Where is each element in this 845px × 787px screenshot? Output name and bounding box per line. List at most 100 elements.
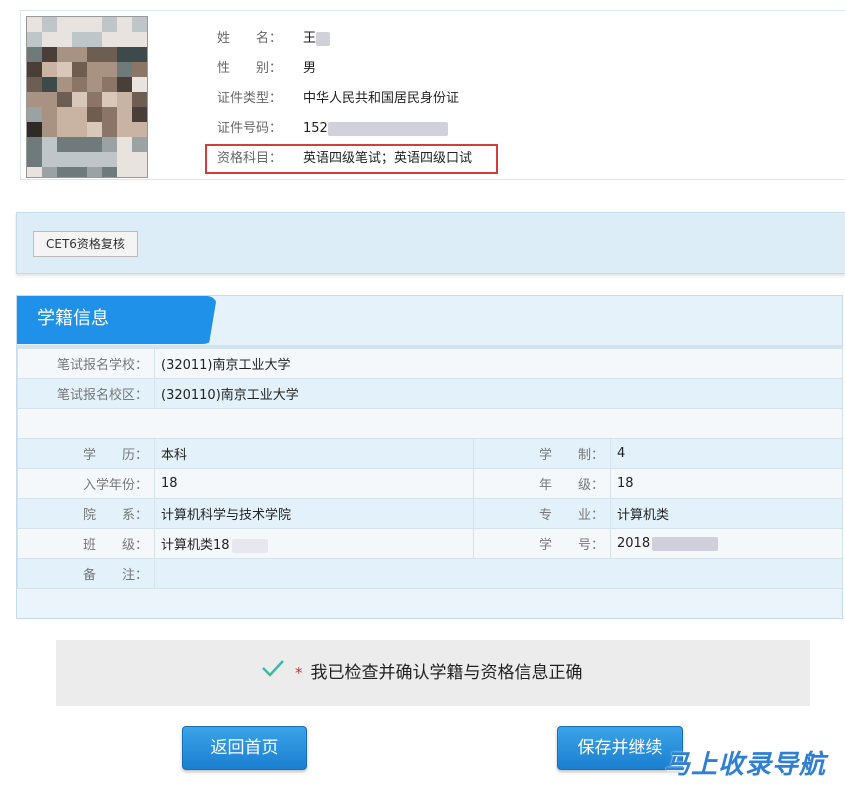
photo-mosaic-tile <box>117 137 132 152</box>
photo-mosaic-tile <box>117 152 132 167</box>
enroll-year-label: 入学年份： <box>17 468 155 499</box>
panel-title-tab: 学籍信息 <box>17 296 217 344</box>
photo-mosaic-tile <box>87 47 102 62</box>
photo-mosaic-tile <box>72 122 87 137</box>
photo-mosaic-tile <box>87 17 102 32</box>
id-number-label: 证件号码： <box>217 121 283 136</box>
id-type-row: 证件类型： 中华人民共和国居民身份证 <box>217 84 472 114</box>
photo-mosaic-tile <box>117 107 132 122</box>
redacted-student-id <box>652 536 719 551</box>
table-row: 备 注： <box>17 558 843 589</box>
photo-mosaic-tile <box>87 32 102 47</box>
photo-mosaic-tile <box>27 167 42 177</box>
photo-mosaic-tile <box>117 92 132 107</box>
photo-mosaic-tile <box>102 137 117 152</box>
class-cell: 计算机类18 <box>154 528 474 559</box>
photo-mosaic-tile <box>27 62 42 77</box>
photo-mosaic-tile <box>72 152 87 167</box>
photo-mosaic-tile <box>132 77 147 92</box>
photo-mosaic-tile <box>87 77 102 92</box>
table-row-spacer <box>17 408 843 439</box>
student-id-value: 2018 <box>617 536 651 551</box>
id-type-label: 证件类型： <box>217 91 283 106</box>
panel-header: 学籍信息 <box>17 296 842 348</box>
exam-school-label: 笔试报名学校： <box>17 348 155 379</box>
back-home-button[interactable]: 返回首页 <box>182 726 307 770</box>
photo-mosaic-tile <box>87 92 102 107</box>
photo-mosaic-tile <box>27 107 42 122</box>
redacted-class <box>231 538 268 553</box>
photo-mosaic-tile <box>57 122 72 137</box>
photo-mosaic-tile <box>87 167 102 177</box>
photo-mosaic-tile <box>72 167 87 177</box>
photo-mosaic-tile <box>57 92 72 107</box>
table-row: 院 系： 计算机科学与技术学院 专 业： 计算机类 <box>17 498 843 529</box>
photo-mosaic-tile <box>132 152 147 167</box>
exam-school-value: (32011)南京工业大学 <box>154 348 843 379</box>
table-row: 班 级： 计算机类18 学 号： 2018 <box>17 528 843 559</box>
gender-row: 性 别： 男 <box>217 54 472 84</box>
photo-mosaic-tile <box>57 152 72 167</box>
photo-mosaic-tile <box>87 137 102 152</box>
confirm-bar: * 我已检查并确认学籍与资格信息正确 <box>56 640 810 706</box>
name-label: 姓 名： <box>217 31 283 46</box>
table-row: 笔试报名学校： (32011)南京工业大学 <box>17 348 843 379</box>
photo-mosaic-tile <box>102 32 117 47</box>
name-row: 姓 名： 王 <box>217 24 472 54</box>
photo-mosaic-tile <box>102 17 117 32</box>
major-label: 专 业： <box>473 498 611 529</box>
photo-mosaic-tile <box>102 122 117 137</box>
photo-mosaic-tile <box>57 62 72 77</box>
remark-label: 备 注： <box>17 558 155 589</box>
photo-mosaic-tile <box>27 77 42 92</box>
photo-mosaic-tile <box>57 32 72 47</box>
photo-mosaic-tile <box>117 77 132 92</box>
photo-mosaic-tile <box>132 62 147 77</box>
table-row: 入学年份： 18 年 级： 18 <box>17 468 843 499</box>
photo-mosaic-tile <box>42 167 57 177</box>
photo-mosaic-tile <box>27 32 42 47</box>
photo-mosaic-tile <box>117 47 132 62</box>
education-value: 本科 <box>154 438 474 469</box>
photo-mosaic-tile <box>72 107 87 122</box>
photo-mosaic-tile <box>72 62 87 77</box>
confirm-checkbox[interactable]: * 我已检查并确认学籍与资格信息正确 <box>261 658 583 688</box>
spacer-cell <box>17 408 843 439</box>
department-label: 院 系： <box>17 498 155 529</box>
photo-mosaic-tile <box>132 47 147 62</box>
qualification-highlight-box <box>205 144 498 174</box>
class-value: 计算机类18 <box>161 538 230 553</box>
photo-mosaic-tile <box>102 62 117 77</box>
photo-mosaic-tile <box>117 167 132 177</box>
class-label: 班 级： <box>17 528 155 559</box>
id-type-value: 中华人民共和国居民身份证 <box>303 91 460 106</box>
check-icon <box>261 658 285 688</box>
name-value: 王 <box>303 31 317 46</box>
study-length-value: 4 <box>610 438 843 469</box>
photo-mosaic-tile <box>42 92 57 107</box>
photo-mosaic-tile <box>87 107 102 122</box>
student-status-panel: 学籍信息 笔试报名学校： (32011)南京工业大学 笔试报名校区： (3201… <box>16 295 843 619</box>
photo-mosaic-tile <box>57 47 72 62</box>
candidate-photo <box>26 16 148 178</box>
photo-mosaic-tile <box>42 32 57 47</box>
grade-value: 18 <box>610 468 843 499</box>
photo-mosaic-tile <box>72 137 87 152</box>
photo-mosaic-tile <box>27 152 42 167</box>
photo-mosaic-tile <box>102 47 117 62</box>
id-number-value: 152 <box>303 121 328 136</box>
photo-mosaic-tile <box>72 92 87 107</box>
gender-value: 男 <box>303 61 317 76</box>
cet6-review-tag[interactable]: CET6资格复核 <box>33 231 138 257</box>
department-value: 计算机科学与技术学院 <box>154 498 474 529</box>
photo-mosaic-tile <box>102 107 117 122</box>
photo-mosaic-tile <box>27 137 42 152</box>
enroll-year-value: 18 <box>154 468 474 499</box>
student-id-cell: 2018 <box>610 528 843 559</box>
photo-mosaic-tile <box>72 17 87 32</box>
watermark-text: 马上收录导航 <box>664 750 827 780</box>
photo-mosaic-tile <box>72 32 87 47</box>
exam-tag-bar: CET6资格复核 <box>16 212 845 274</box>
photo-mosaic-tile <box>27 92 42 107</box>
photo-mosaic-tile <box>132 17 147 32</box>
